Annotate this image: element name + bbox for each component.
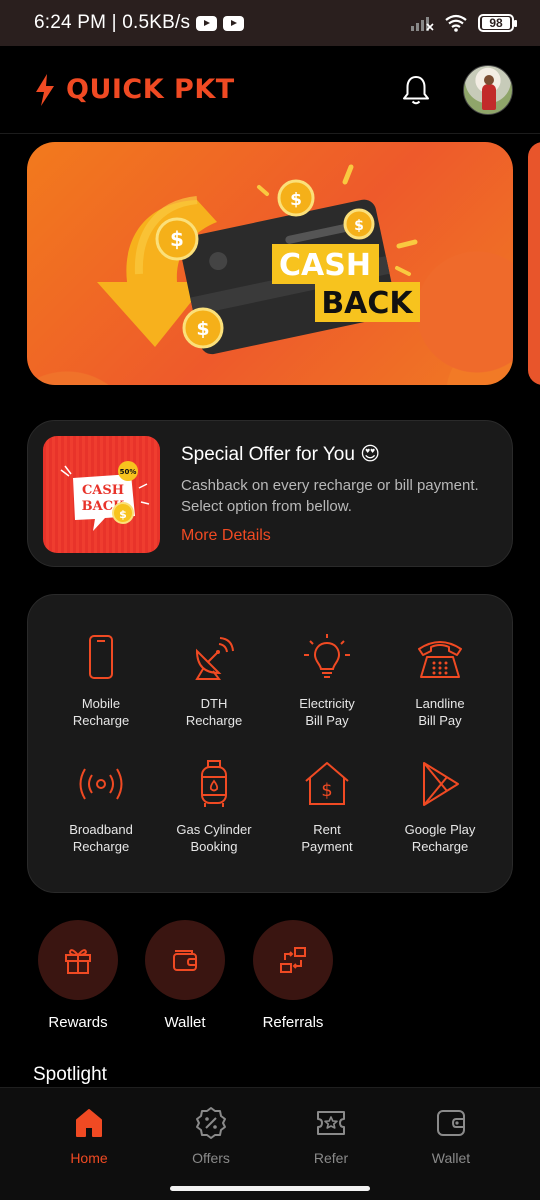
nav-home-label: Home: [70, 1150, 108, 1166]
service-landline-bill[interactable]: Landline Bill Pay: [380, 633, 500, 729]
heart-eyes-emoji-icon: 😍: [360, 444, 381, 465]
quick-action-rewards[interactable]: Rewards: [23, 920, 133, 1031]
broadcast-icon: [79, 768, 123, 800]
rewards-button[interactable]: [38, 920, 118, 1000]
home-icon: [76, 1109, 102, 1137]
offer-title-text: Special Offer for You: [181, 444, 355, 465]
coin-icon: $: [155, 217, 199, 261]
referrals-label: Referrals: [262, 1014, 324, 1031]
telephone-icon: [418, 641, 462, 678]
quick-action-referrals[interactable]: Referrals: [238, 920, 348, 1031]
bell-icon[interactable]: [401, 74, 431, 106]
service-label-line2: Recharge: [72, 839, 130, 854]
special-offer-card[interactable]: CASH BACK 50% $ Special Offer for You 😍 …: [27, 420, 513, 567]
wifi-icon: [445, 14, 467, 32]
nav-refer-label: Refer: [313, 1150, 349, 1166]
svg-text:$: $: [196, 318, 209, 340]
service-label-line2: Bill Pay: [305, 713, 349, 728]
bottom-navigation: Home Offers Refer Wallet: [0, 1087, 540, 1200]
house-dollar-icon: $: [305, 762, 349, 805]
wallet-button[interactable]: [145, 920, 225, 1000]
app-header: QUICK PKT: [0, 46, 540, 134]
lightning-bolt-icon: [36, 73, 54, 106]
service-label-line2: Booking: [190, 839, 238, 854]
battery-level: 98: [482, 17, 510, 29]
avatar[interactable]: [463, 64, 513, 115]
service-label-line1: Google Play: [404, 822, 476, 837]
status-bar: 6:24 PM | 0.5KB/s 98: [0, 0, 540, 46]
service-label-line1: Mobile: [81, 696, 121, 711]
service-label-line1: Landline: [415, 696, 465, 711]
light-bulb-icon: [304, 634, 350, 678]
service-electricity-bill[interactable]: Electricity Bill Pay: [267, 633, 387, 729]
service-label-line1: Gas Cylinder: [176, 822, 252, 837]
service-label-line2: Recharge: [72, 713, 130, 728]
quick-action-wallet[interactable]: Wallet: [130, 920, 240, 1031]
banner-line2: BACK: [321, 286, 414, 321]
satellite-dish-icon: [195, 637, 234, 680]
wallet-icon: [173, 950, 197, 971]
gas-cylinder-icon: [201, 760, 227, 807]
service-label-line1: Electricity: [299, 696, 355, 711]
app-logo: QUICK PKT: [34, 73, 235, 106]
nav-offers-label: Offers: [192, 1150, 230, 1166]
youtube-icon: [196, 15, 218, 31]
svg-text:$: $: [321, 780, 332, 801]
offer-thumbnail: CASH BACK 50% $: [43, 436, 160, 553]
discount-badge-icon: [196, 1107, 226, 1139]
more-details-link[interactable]: More Details: [181, 527, 271, 545]
cashback-banner[interactable]: $ $ $ $ CASH BACK: [27, 142, 513, 385]
service-label-line2: Payment: [301, 839, 353, 854]
ticket-star-icon: [317, 1111, 345, 1135]
nav-wallet-label: Wallet: [431, 1150, 471, 1166]
app-name: QUICK PKT: [66, 74, 235, 105]
gift-icon: [65, 949, 91, 974]
rewards-label: Rewards: [48, 1014, 108, 1031]
coin-icon: $: [277, 179, 315, 217]
service-label-line1: Broadband: [69, 822, 133, 837]
services-grid: Mobile Recharge DTH Recharge Electricity Bi…: [27, 594, 513, 893]
offer-title: Special Offer for You 😍: [181, 443, 380, 466]
banner-line1: CASH: [279, 248, 371, 283]
service-label-line1: Rent: [313, 822, 341, 837]
nav-refer[interactable]: Refer: [281, 1106, 381, 1166]
coin-icon: $: [343, 208, 375, 240]
nav-home[interactable]: Home: [39, 1106, 139, 1166]
service-dth-recharge[interactable]: DTH Recharge: [154, 633, 274, 729]
coin-icon: $: [182, 307, 224, 349]
status-time: 6:24 PM | 0.5KB/s: [34, 12, 191, 33]
gesture-home-bar[interactable]: [170, 1186, 370, 1191]
battery-icon: 98: [478, 14, 517, 32]
service-mobile-recharge[interactable]: Mobile Recharge: [41, 633, 161, 729]
service-rent-payment[interactable]: $ Rent Payment: [267, 759, 387, 855]
play-store-icon: [423, 762, 459, 806]
offer-thumb-badge: 50%: [120, 468, 137, 476]
referrals-button[interactable]: [253, 920, 333, 1000]
service-broadband-recharge[interactable]: Broadband Recharge: [41, 759, 161, 855]
svg-text:$: $: [119, 508, 127, 521]
service-label-line2: Bill Pay: [418, 713, 462, 728]
svg-text:$: $: [290, 190, 302, 210]
service-label-line2: Recharge: [411, 839, 469, 854]
offer-description: Cashback on every recharge or bill payme…: [181, 477, 479, 515]
next-banner-peek[interactable]: [528, 142, 540, 385]
nav-offers[interactable]: Offers: [161, 1106, 261, 1166]
nav-wallet[interactable]: Wallet: [401, 1106, 501, 1166]
signal-icon: [411, 17, 434, 31]
service-gas-cylinder[interactable]: Gas Cylinder Booking: [154, 759, 274, 855]
svg-text:$: $: [354, 218, 364, 234]
wallet-label: Wallet: [164, 1014, 206, 1031]
svg-text:$: $: [170, 227, 184, 251]
offer-thumb-line1: CASH: [82, 483, 124, 498]
mobile-phone-icon: [89, 635, 113, 679]
refer-icon: [280, 947, 306, 973]
service-google-play[interactable]: Google Play Recharge: [380, 759, 500, 855]
wallet-icon: [437, 1110, 465, 1136]
youtube-icon: [223, 15, 245, 31]
spotlight-heading: Spotlight: [33, 1064, 107, 1085]
service-label-line1: DTH: [200, 696, 228, 711]
service-label-line2: Recharge: [185, 713, 243, 728]
